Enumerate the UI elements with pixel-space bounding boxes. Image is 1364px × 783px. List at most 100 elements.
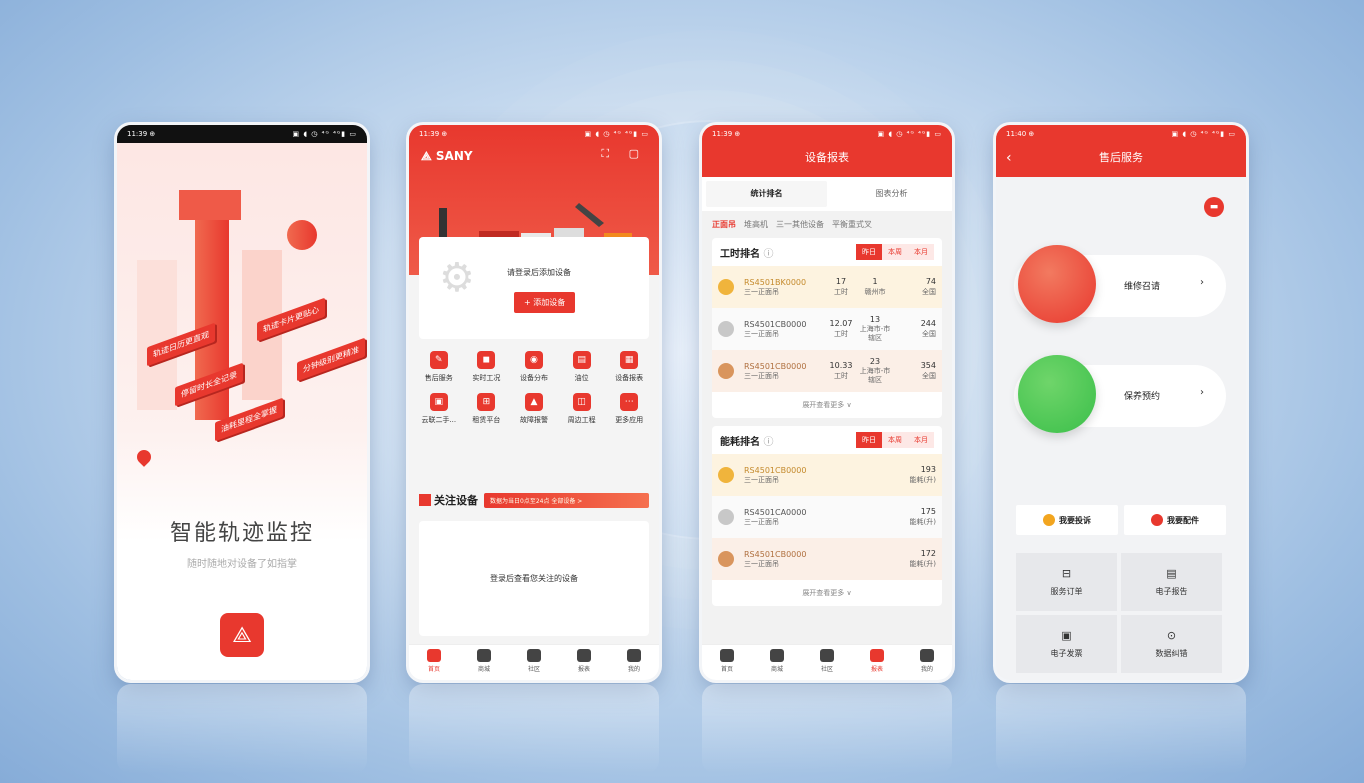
fuel-ranking: 能耗排名 ⓘ 昨日 本周 本月 RS4501CB0000 三一正面吊 193 能耗(… [712,426,942,606]
tab-me[interactable]: 我的 [902,645,952,680]
tab-mall[interactable]: 商城 [459,645,509,680]
period-selector: 昨日 本周 本月 [856,432,934,448]
complaint-button[interactable]: 我要投诉 [1016,505,1118,535]
phone-device-report: 11:39 ⊕ ▣ ◖ ◷ ⁴ᴳ ⁴ᴳ▮ ▭ 设备报表 统计排名 图表分析 正面… [702,125,952,680]
table-row[interactable]: RS4501CB0000 三一正面吊 10.33 工时 23 上海市-市辖区 354 全… [712,350,942,392]
all-devices-link[interactable]: 数据为当日0点至24点 全部设备 > [484,492,649,508]
monitor-icon: ◼ [477,351,496,369]
reflection [409,684,659,774]
bottom-tabbar: 首页 商城 社区 报表 我的 [409,644,659,680]
gold-medal-icon [718,279,734,295]
bronze-medal-icon [718,551,734,567]
silver-medal-icon [718,509,734,525]
grid-item-oil-level[interactable]: ▤ 油位 [558,351,606,383]
grid-item-more[interactable]: ⋯ 更多应用 [605,393,653,425]
bottom-tabbar: 首页 商城 社区 报表 我的 [702,644,952,680]
grid-item-realtime[interactable]: ◼ 实时工况 [463,351,511,383]
grid-item-report[interactable]: ▦ 设备报表 [605,351,653,383]
grid-item-projects[interactable]: ◫ 周边工程 [558,393,606,425]
feature-grid: ✎ 售后服务 ◼ 实时工况 ◉ 设备分布 ▤ 油位 ▦ 设备报表 ▣ 云联二手... ⊞ 租赁… [415,351,653,425]
tab-chart-analysis[interactable]: 图表分析 [831,177,952,211]
category-tab[interactable]: 三一其他设备 [776,219,824,230]
gold-medal-icon [718,467,734,483]
category-tab[interactable]: 正面吊 [712,219,736,230]
tile-data-correction[interactable]: ⊙ 数据纠错 [1121,615,1222,673]
community-icon [820,649,834,662]
tile-service-orders[interactable]: ⊟ 服务订单 [1016,553,1117,611]
tab-report[interactable]: 报表 [852,645,902,680]
tab-community[interactable]: 社区 [509,645,559,680]
alarm-icon: ▲ [524,393,543,411]
table-row[interactable]: RS4501CA0000 三一正面吊 175 能耗(升) [712,496,942,538]
location-icon: ◉ [524,351,543,369]
back-arrow-icon[interactable]: ‹ [1006,143,1012,173]
grid-item-after-sales[interactable]: ✎ 售后服务 [415,351,463,383]
quick-actions: 我要投诉 我要配件 [1016,505,1226,535]
follow-title: 关注设备 [434,494,478,507]
expand-more-link[interactable]: 展开查看更多 ∨ [712,392,942,418]
status-time: 11:39 ⊕ [127,130,156,138]
maintenance-booking-button[interactable]: 保养预约 › [1014,355,1226,433]
repair-request-button[interactable]: 维修召请 › [1014,245,1226,323]
order-icon: ⊟ [1061,567,1072,580]
hours-ranking-title: 工时排名 [720,248,760,260]
category-tab[interactable]: 平衡重式叉 [832,219,872,230]
tab-mall[interactable]: 商城 [752,645,802,680]
add-device-button[interactable]: + 添加设备 [514,292,576,313]
community-icon [527,649,541,662]
expand-more-link[interactable]: 展开查看更多 ∨ [712,580,942,606]
status-bar: 11:39 ⊕ ▣ ◖ ◷ ⁴ᴳ ⁴ᴳ▮ ▭ [117,125,367,143]
chevron-right-icon: › [1200,277,1204,288]
period-yesterday[interactable]: 昨日 [856,432,882,448]
table-row[interactable]: RS4501BK0000 三一正面吊 17 工时 1 赣州市 74 全国 [712,266,942,308]
tab-community[interactable]: 社区 [802,645,852,680]
add-device-card: ⚙ 请登录后添加设备 + 添加设备 [419,237,649,339]
bag-icon [770,649,784,662]
grid-item-distribution[interactable]: ◉ 设备分布 [510,351,558,383]
follow-icon [419,494,431,506]
document-icon: ▤ [1166,567,1177,580]
login-prompt: 请登录后添加设备 [507,268,571,277]
tab-home[interactable]: 首页 [702,645,752,680]
grid-item-fault[interactable]: ▲ 故障报警 [510,393,558,425]
rental-icon: ⊞ [477,393,496,411]
help-icon[interactable]: ⓘ [763,249,773,260]
follow-section-header: 关注设备 数据为当日0点至24点 全部设备 > [419,487,649,513]
period-yesterday[interactable]: 昨日 [856,244,882,260]
tab-me[interactable]: 我的 [609,645,659,680]
parts-button[interactable]: 我要配件 [1124,505,1226,535]
table-row[interactable]: RS4501CB0000 三一正面吊 193 能耗(升) [712,454,942,496]
repair-wrench-icon [1018,245,1096,323]
shield-icon [1018,355,1096,433]
more-icon: ⋯ [620,393,639,411]
silver-medal-icon [718,321,734,337]
tile-e-invoice[interactable]: ▣ 电子发票 [1016,615,1117,673]
check-circle-icon: ⊙ [1166,629,1177,642]
grid-item-used[interactable]: ▣ 云联二手... [415,393,463,425]
tab-home[interactable]: 首页 [409,645,459,680]
status-icons: ▣ ◖ ◷ ⁴ᴳ ⁴ᴳ▮ ▭ [584,130,649,138]
tab-ranking[interactable]: 统计排名 [706,181,827,207]
home-icon [427,649,441,662]
period-week[interactable]: 本周 [882,432,908,448]
phone-track-monitor: 11:39 ⊕ ▣ ◖ ◷ ⁴ᴳ ⁴ᴳ▮ ▭ 轨迹日历更直观 停留时长全记录 油… [117,125,367,680]
page-subtitle: 随时随地对设备了如指掌 [187,559,297,570]
project-icon: ◫ [572,393,591,411]
period-week[interactable]: 本周 [882,244,908,260]
fuel-ranking-title: 能耗排名 [720,436,760,448]
help-icon[interactable]: ⓘ [763,437,773,448]
period-month[interactable]: 本月 [908,432,934,448]
tab-report[interactable]: 报表 [559,645,609,680]
chat-icon[interactable]: ▬ [1204,197,1224,217]
tile-e-report[interactable]: ▤ 电子报告 [1121,553,1222,611]
category-tab[interactable]: 堆高机 [744,219,768,230]
table-row[interactable]: RS4501CB0000 三一正面吊 12.07 工时 13 上海市-市辖区 244 全… [712,308,942,350]
sany-logo-icon: ⟁ [220,613,264,657]
status-time: 11:39 ⊕ [712,130,741,138]
oil-icon: ▤ [572,351,591,369]
table-row[interactable]: RS4501CB0000 三一正面吊 172 能耗(升) [712,538,942,580]
period-month[interactable]: 本月 [908,244,934,260]
scan-and-message-icons[interactable]: ⛶ ▢ [601,147,647,161]
user-icon [920,649,934,662]
grid-item-rental[interactable]: ⊞ 租赁平台 [463,393,511,425]
